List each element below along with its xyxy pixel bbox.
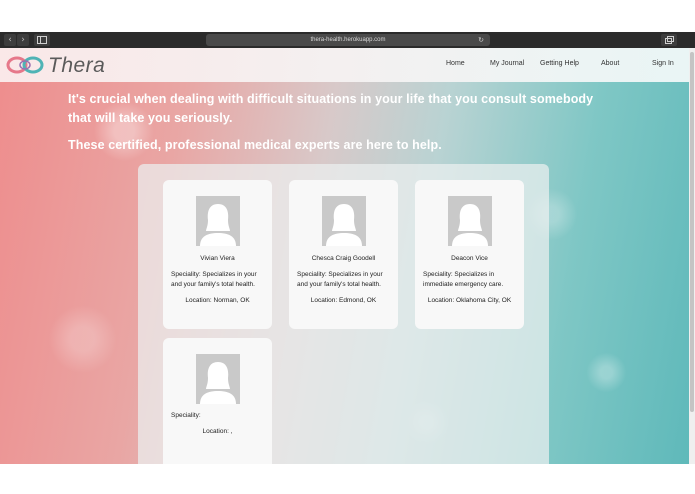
doctor-speciality: Speciality: Specializes in your and your…: [297, 270, 393, 290]
url-text: thera-health.herokuapp.com: [310, 37, 386, 43]
speciality-line: Speciality: Specializes in your: [297, 271, 383, 278]
doctor-location: Location: ,: [202, 428, 233, 435]
doctor-name: Chesca Craig Goodell: [311, 255, 376, 262]
browser-toolbar: ‹ › thera-health.herokuapp.com ↻: [0, 32, 695, 48]
speciality-line: Speciality:: [171, 412, 201, 419]
doctor-name: Vivian Viera: [200, 255, 235, 262]
doctor-card[interactable]: Speciality: Location: ,: [163, 338, 272, 464]
doctor-location: Location: Norman, OK: [185, 297, 250, 304]
logo-icon[interactable]: [6, 55, 44, 75]
forward-button[interactable]: ›: [17, 34, 29, 46]
scrollbar-thumb[interactable]: [690, 52, 694, 412]
intro-line-3: These certified, professional medical ex…: [68, 138, 442, 152]
speciality-line: and your family's total health.: [297, 281, 381, 288]
page-content: Thera Home My Journal Getting Help About…: [0, 48, 689, 464]
nav-getting-help[interactable]: Getting Help: [540, 60, 579, 67]
doctor-card[interactable]: Deacon Vice Speciality: Specializes in i…: [415, 180, 524, 329]
doctor-location: Location: Oklahoma City, OK: [427, 297, 512, 304]
speciality-line: Speciality: Specializes in your: [171, 271, 257, 278]
reload-icon[interactable]: ↻: [478, 34, 484, 46]
doctors-panel: Vivian Viera Speciality: Specializes in …: [138, 164, 549, 464]
nav-my-journal[interactable]: My Journal: [490, 60, 524, 67]
nav-about[interactable]: About: [601, 60, 619, 67]
sidebar-button[interactable]: [34, 34, 50, 46]
address-bar[interactable]: thera-health.herokuapp.com ↻: [206, 34, 490, 46]
sidebar-icon: [37, 36, 47, 44]
chevron-right-icon: ›: [21, 35, 25, 45]
chevron-left-icon: ‹: [8, 35, 12, 45]
intro-line-2: that will take you seriously.: [68, 111, 233, 125]
page-scrollbar[interactable]: [689, 48, 695, 464]
logo-text[interactable]: Thera: [48, 54, 105, 78]
avatar-placeholder-icon: [196, 354, 240, 404]
avatar-placeholder-icon: [196, 196, 240, 246]
doctor-location: Location: Edmond, OK: [310, 297, 377, 304]
avatar-placeholder-icon: [448, 196, 492, 246]
speciality-line: immediate emergency care.: [423, 281, 504, 288]
intro-line-1: It's crucial when dealing with difficult…: [68, 92, 594, 106]
doctor-speciality: Speciality: Specializes in your and your…: [171, 270, 267, 290]
speciality-line: and your family's total health.: [171, 281, 255, 288]
doctor-speciality: Speciality: Specializes in immediate eme…: [423, 270, 519, 290]
doctor-card[interactable]: Chesca Craig Goodell Speciality: Special…: [289, 180, 398, 329]
nav-sign-in[interactable]: Sign In: [652, 60, 674, 67]
tabs-button[interactable]: [661, 34, 677, 46]
doctor-name: Deacon Vice: [451, 255, 488, 262]
speciality-line: Speciality: Specializes in: [423, 271, 495, 278]
back-button[interactable]: ‹: [4, 34, 16, 46]
tabs-icon: [664, 36, 674, 44]
doctor-speciality: Speciality:: [171, 411, 267, 421]
avatar-placeholder-icon: [322, 196, 366, 246]
doctor-card[interactable]: Vivian Viera Speciality: Specializes in …: [163, 180, 272, 329]
site-header: Thera Home My Journal Getting Help About…: [0, 48, 689, 82]
nav-home[interactable]: Home: [446, 60, 465, 67]
